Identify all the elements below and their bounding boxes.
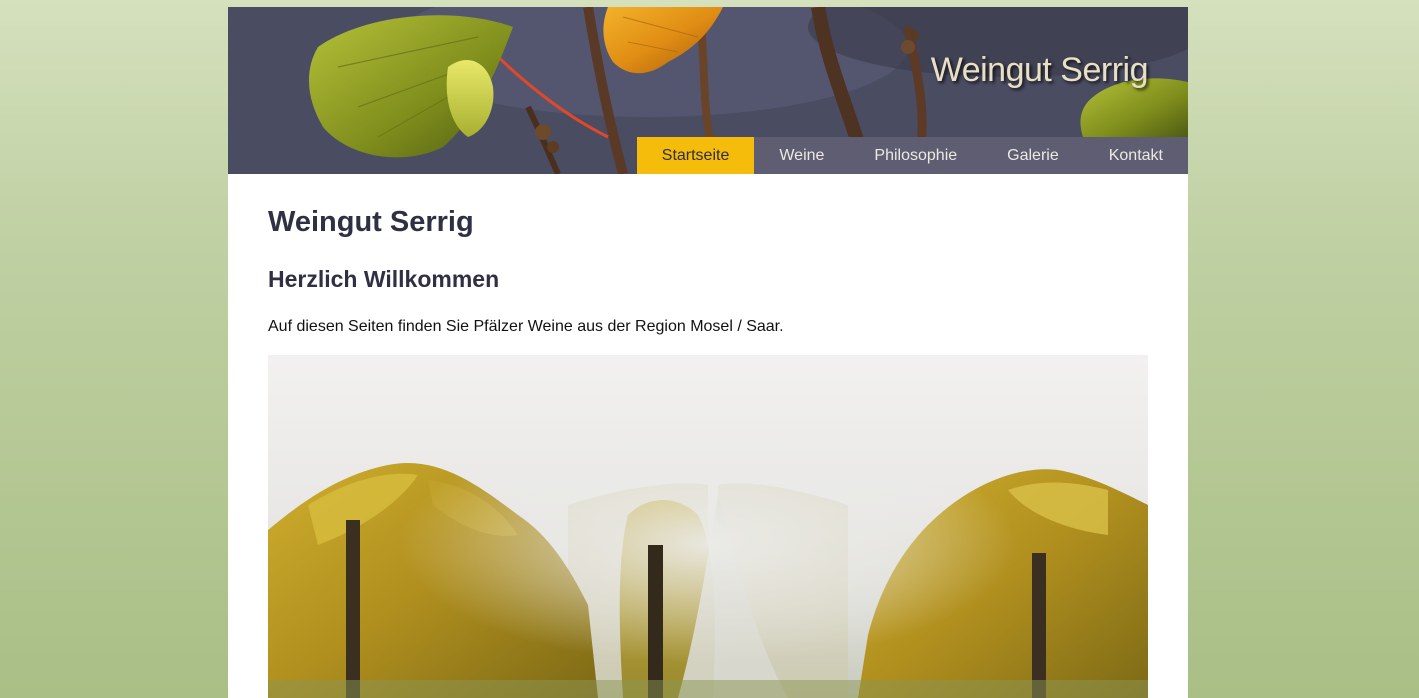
- site-title: Weingut Serrig: [930, 51, 1149, 89]
- main-navigation: Startseite Weine Philosophie Galerie Kon…: [636, 137, 1188, 174]
- page-container: Weingut Serrig Startseite Weine Philosop…: [228, 7, 1188, 698]
- nav-item-startseite[interactable]: Startseite: [636, 137, 755, 174]
- nav-item-kontakt[interactable]: Kontakt: [1084, 137, 1188, 174]
- site-header: Weingut Serrig Startseite Weine Philosop…: [228, 7, 1188, 174]
- page-title: Weingut Serrig: [268, 206, 474, 238]
- nav-item-galerie[interactable]: Galerie: [982, 137, 1084, 174]
- nav-item-weine[interactable]: Weine: [754, 137, 849, 174]
- foggy-vineyard-image: [268, 355, 1148, 698]
- nav-item-philosophie[interactable]: Philosophie: [849, 137, 982, 174]
- vineyard-photo: [268, 355, 1148, 698]
- welcome-heading: Herzlich Willkommen: [268, 266, 500, 292]
- intro-text: Auf diesen Seiten finden Sie Pfälzer Wei…: [268, 318, 784, 335]
